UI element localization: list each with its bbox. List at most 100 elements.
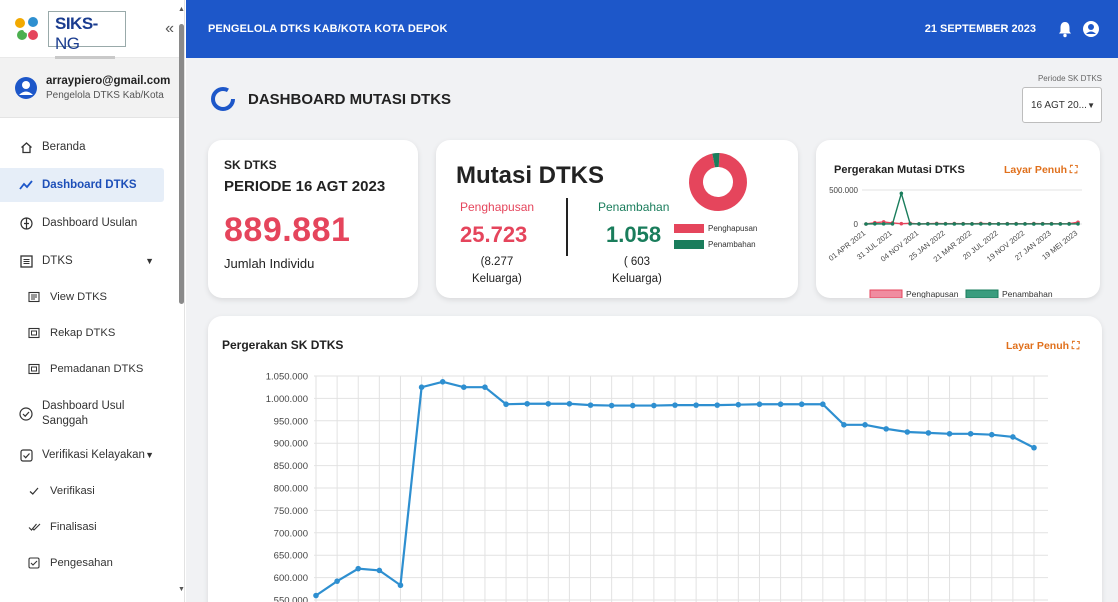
data-point[interactable] <box>376 567 383 574</box>
scrollbar-thumb[interactable] <box>179 24 184 304</box>
data-point[interactable] <box>418 384 425 390</box>
data-point[interactable] <box>934 222 939 226</box>
data-point[interactable] <box>979 222 983 226</box>
sidebar-item-label: Pemadanan DTKS <box>50 363 144 375</box>
data-point[interactable] <box>524 400 530 407</box>
data-point[interactable] <box>608 402 615 409</box>
bell-icon[interactable] <box>1056 20 1074 38</box>
y-tick-label: 600.000 <box>274 573 308 584</box>
data-point[interactable] <box>1010 434 1016 440</box>
main-scrollbar[interactable] <box>1110 58 1118 602</box>
legend-swatch <box>965 289 999 298</box>
data-point[interactable] <box>1067 222 1071 226</box>
sidebar-item-rekap-dtks[interactable]: Rekap DTKS <box>0 316 184 350</box>
sidebar-item-pemadanan-dtks[interactable]: Pemadanan DTKS <box>0 352 184 386</box>
data-point[interactable] <box>693 402 699 408</box>
data-point[interactable] <box>917 222 921 226</box>
sidebar-item-label: DTKS <box>42 255 73 267</box>
sidebar-item-finalisasi[interactable]: Finalisasi <box>0 510 184 544</box>
data-point[interactable] <box>1014 222 1018 226</box>
data-point[interactable] <box>1005 222 1010 226</box>
sidebar-item-view-dtks[interactable]: View DTKS <box>0 280 184 314</box>
data-point[interactable] <box>651 402 657 409</box>
series-line-penambahan <box>865 190 1079 225</box>
data-point[interactable] <box>672 402 678 408</box>
data-point[interactable] <box>890 222 895 226</box>
sidebar-item-dashboard-dtks[interactable]: Dashboard DTKS <box>0 168 164 202</box>
data-point[interactable] <box>904 429 911 435</box>
data-point[interactable] <box>862 422 868 428</box>
data-point[interactable] <box>946 430 953 437</box>
data-point[interactable] <box>1031 444 1037 451</box>
scroll-up-icon[interactable]: ▲ <box>178 6 184 13</box>
data-point[interactable] <box>503 401 509 408</box>
data-point[interactable] <box>952 222 957 226</box>
data-point[interactable] <box>1049 222 1054 226</box>
data-point[interactable] <box>926 222 930 226</box>
data-point[interactable] <box>925 430 932 436</box>
data-point[interactable] <box>798 401 805 408</box>
data-point[interactable] <box>841 422 847 428</box>
logo-brand: SIKS- <box>55 13 98 33</box>
scroll-down-icon[interactable]: ▼ <box>178 586 184 593</box>
data-point[interactable] <box>1023 222 1027 226</box>
data-point[interactable] <box>756 401 763 408</box>
period-select-box[interactable]: 16 AGT 20... ▼ <box>1022 87 1102 123</box>
fullscreen-button[interactable]: Layar Penuh ⛶ <box>1004 164 1077 177</box>
data-point[interactable] <box>908 222 912 226</box>
data-point[interactable] <box>1040 222 1045 226</box>
y-tick-label: 950.000 <box>274 416 308 427</box>
data-point[interactable] <box>355 565 362 572</box>
data-point[interactable] <box>1058 222 1063 226</box>
data-point[interactable] <box>735 401 742 408</box>
data-point[interactable] <box>1076 222 1080 226</box>
data-point[interactable] <box>461 384 467 390</box>
data-point[interactable] <box>334 578 340 584</box>
account-icon[interactable] <box>1082 20 1100 38</box>
sidebar-item-dashboard-usulan[interactable]: Dashboard Usulan <box>0 206 184 240</box>
data-point[interactable] <box>820 401 826 408</box>
data-point[interactable] <box>714 402 721 408</box>
data-point[interactable] <box>629 402 636 409</box>
data-point[interactable] <box>397 582 404 589</box>
data-point[interactable] <box>996 222 1001 226</box>
data-point[interactable] <box>864 222 868 226</box>
pergerakan-mutasi-card: Pergerakan Mutasi DTKS Layar Penuh ⛶ 0 50… <box>816 140 1100 298</box>
data-point[interactable] <box>899 191 904 196</box>
data-point[interactable] <box>961 222 965 226</box>
data-point[interactable] <box>482 384 488 390</box>
penambahan-label: Penambahan <box>598 200 670 214</box>
mutasi-donut-chart[interactable] <box>688 152 748 212</box>
logo-tagline <box>55 55 115 59</box>
sidebar-item-dashboard-usul-sanggah[interactable]: Dashboard Usul Sanggah <box>0 392 184 436</box>
data-point[interactable] <box>881 222 886 226</box>
data-point[interactable] <box>970 222 974 226</box>
sidebar-item-verifikasi[interactable]: Verifikasi <box>0 474 184 508</box>
data-point[interactable] <box>988 431 995 438</box>
data-point[interactable] <box>587 402 594 408</box>
data-point[interactable] <box>1032 222 1036 226</box>
data-point[interactable] <box>566 400 573 407</box>
sidebar-item-dtks[interactable]: DTKS ▼ <box>0 244 184 278</box>
data-point[interactable] <box>545 400 552 407</box>
data-point[interactable] <box>313 592 319 599</box>
data-point[interactable] <box>943 222 948 226</box>
period-select[interactable]: Periode SK DTKS 16 AGT 20... ▼ <box>1022 74 1102 124</box>
data-point[interactable] <box>439 379 446 385</box>
data-point[interactable] <box>987 222 992 226</box>
sidebar-item-verifikasi-kelayakan[interactable]: Verifikasi Kelayakan ▼ <box>0 438 184 472</box>
collapse-sidebar-button[interactable]: « <box>165 20 174 38</box>
sidebar-scrollbar[interactable]: ▲ ▼ <box>178 6 184 596</box>
fullscreen-button[interactable]: Layar Penuh ⛶ <box>1006 340 1079 353</box>
sidebar-item-label: Pengesahan <box>50 557 113 569</box>
data-point[interactable] <box>777 401 784 408</box>
sidebar-item-beranda[interactable]: Beranda <box>0 130 184 164</box>
data-point[interactable] <box>899 221 904 226</box>
data-point[interactable] <box>967 430 974 437</box>
chevron-down-icon: ▼ <box>1087 100 1095 110</box>
penghapusan-families-count: (8.277 <box>480 256 514 268</box>
data-point[interactable] <box>873 221 877 226</box>
data-point[interactable] <box>883 426 889 432</box>
sidebar-item-pengesahan[interactable]: Pengesahan <box>0 546 184 580</box>
legend-swatch <box>674 224 704 233</box>
